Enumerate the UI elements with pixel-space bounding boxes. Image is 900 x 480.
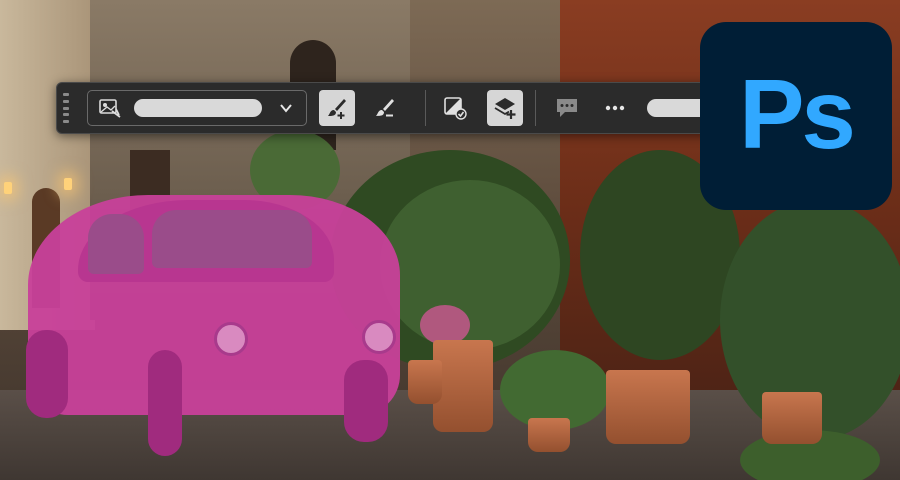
car-wheel bbox=[344, 360, 388, 442]
more-options-icon bbox=[605, 105, 625, 111]
layer-mask-add-icon bbox=[494, 98, 516, 119]
plant-foliage bbox=[380, 180, 560, 350]
object-selection-icon bbox=[99, 99, 121, 118]
brush-subtract-icon bbox=[376, 99, 394, 117]
refine-mask-button[interactable] bbox=[437, 90, 473, 126]
terracotta-pot bbox=[433, 340, 493, 432]
terracotta-pot bbox=[408, 360, 442, 404]
brush-subtract-button[interactable] bbox=[367, 90, 403, 126]
wall-lamp bbox=[4, 182, 12, 194]
photoshop-logo-text: Ps bbox=[739, 59, 856, 169]
contextual-task-bar bbox=[56, 82, 718, 134]
brush-add-button[interactable] bbox=[319, 90, 355, 126]
drag-handle-icon[interactable] bbox=[63, 93, 69, 123]
selection-mode-value bbox=[134, 99, 262, 117]
car-windshield bbox=[152, 210, 312, 268]
wall-lamp bbox=[64, 178, 72, 190]
add-mask-button[interactable] bbox=[487, 90, 523, 126]
car-window bbox=[88, 214, 144, 274]
terracotta-pot bbox=[606, 370, 690, 444]
selection-mode-dropdown[interactable] bbox=[87, 90, 307, 126]
terracotta-pot bbox=[528, 418, 570, 452]
terracotta-pot bbox=[762, 392, 822, 444]
toolbar-divider bbox=[425, 90, 426, 126]
brush-add-icon bbox=[328, 99, 346, 119]
flowers bbox=[420, 305, 470, 345]
car-headlight bbox=[214, 322, 248, 356]
toolbar-divider bbox=[535, 90, 536, 126]
photoshop-logo: Ps bbox=[700, 22, 892, 210]
car-wheel bbox=[26, 330, 68, 418]
car-headlight bbox=[362, 320, 396, 354]
chevron-down-icon[interactable] bbox=[278, 100, 294, 116]
more-options-button[interactable] bbox=[597, 90, 633, 126]
feedback-button[interactable] bbox=[549, 90, 585, 126]
car-wheel bbox=[148, 350, 182, 456]
comment-icon bbox=[557, 99, 577, 117]
mask-check-icon bbox=[444, 97, 467, 120]
